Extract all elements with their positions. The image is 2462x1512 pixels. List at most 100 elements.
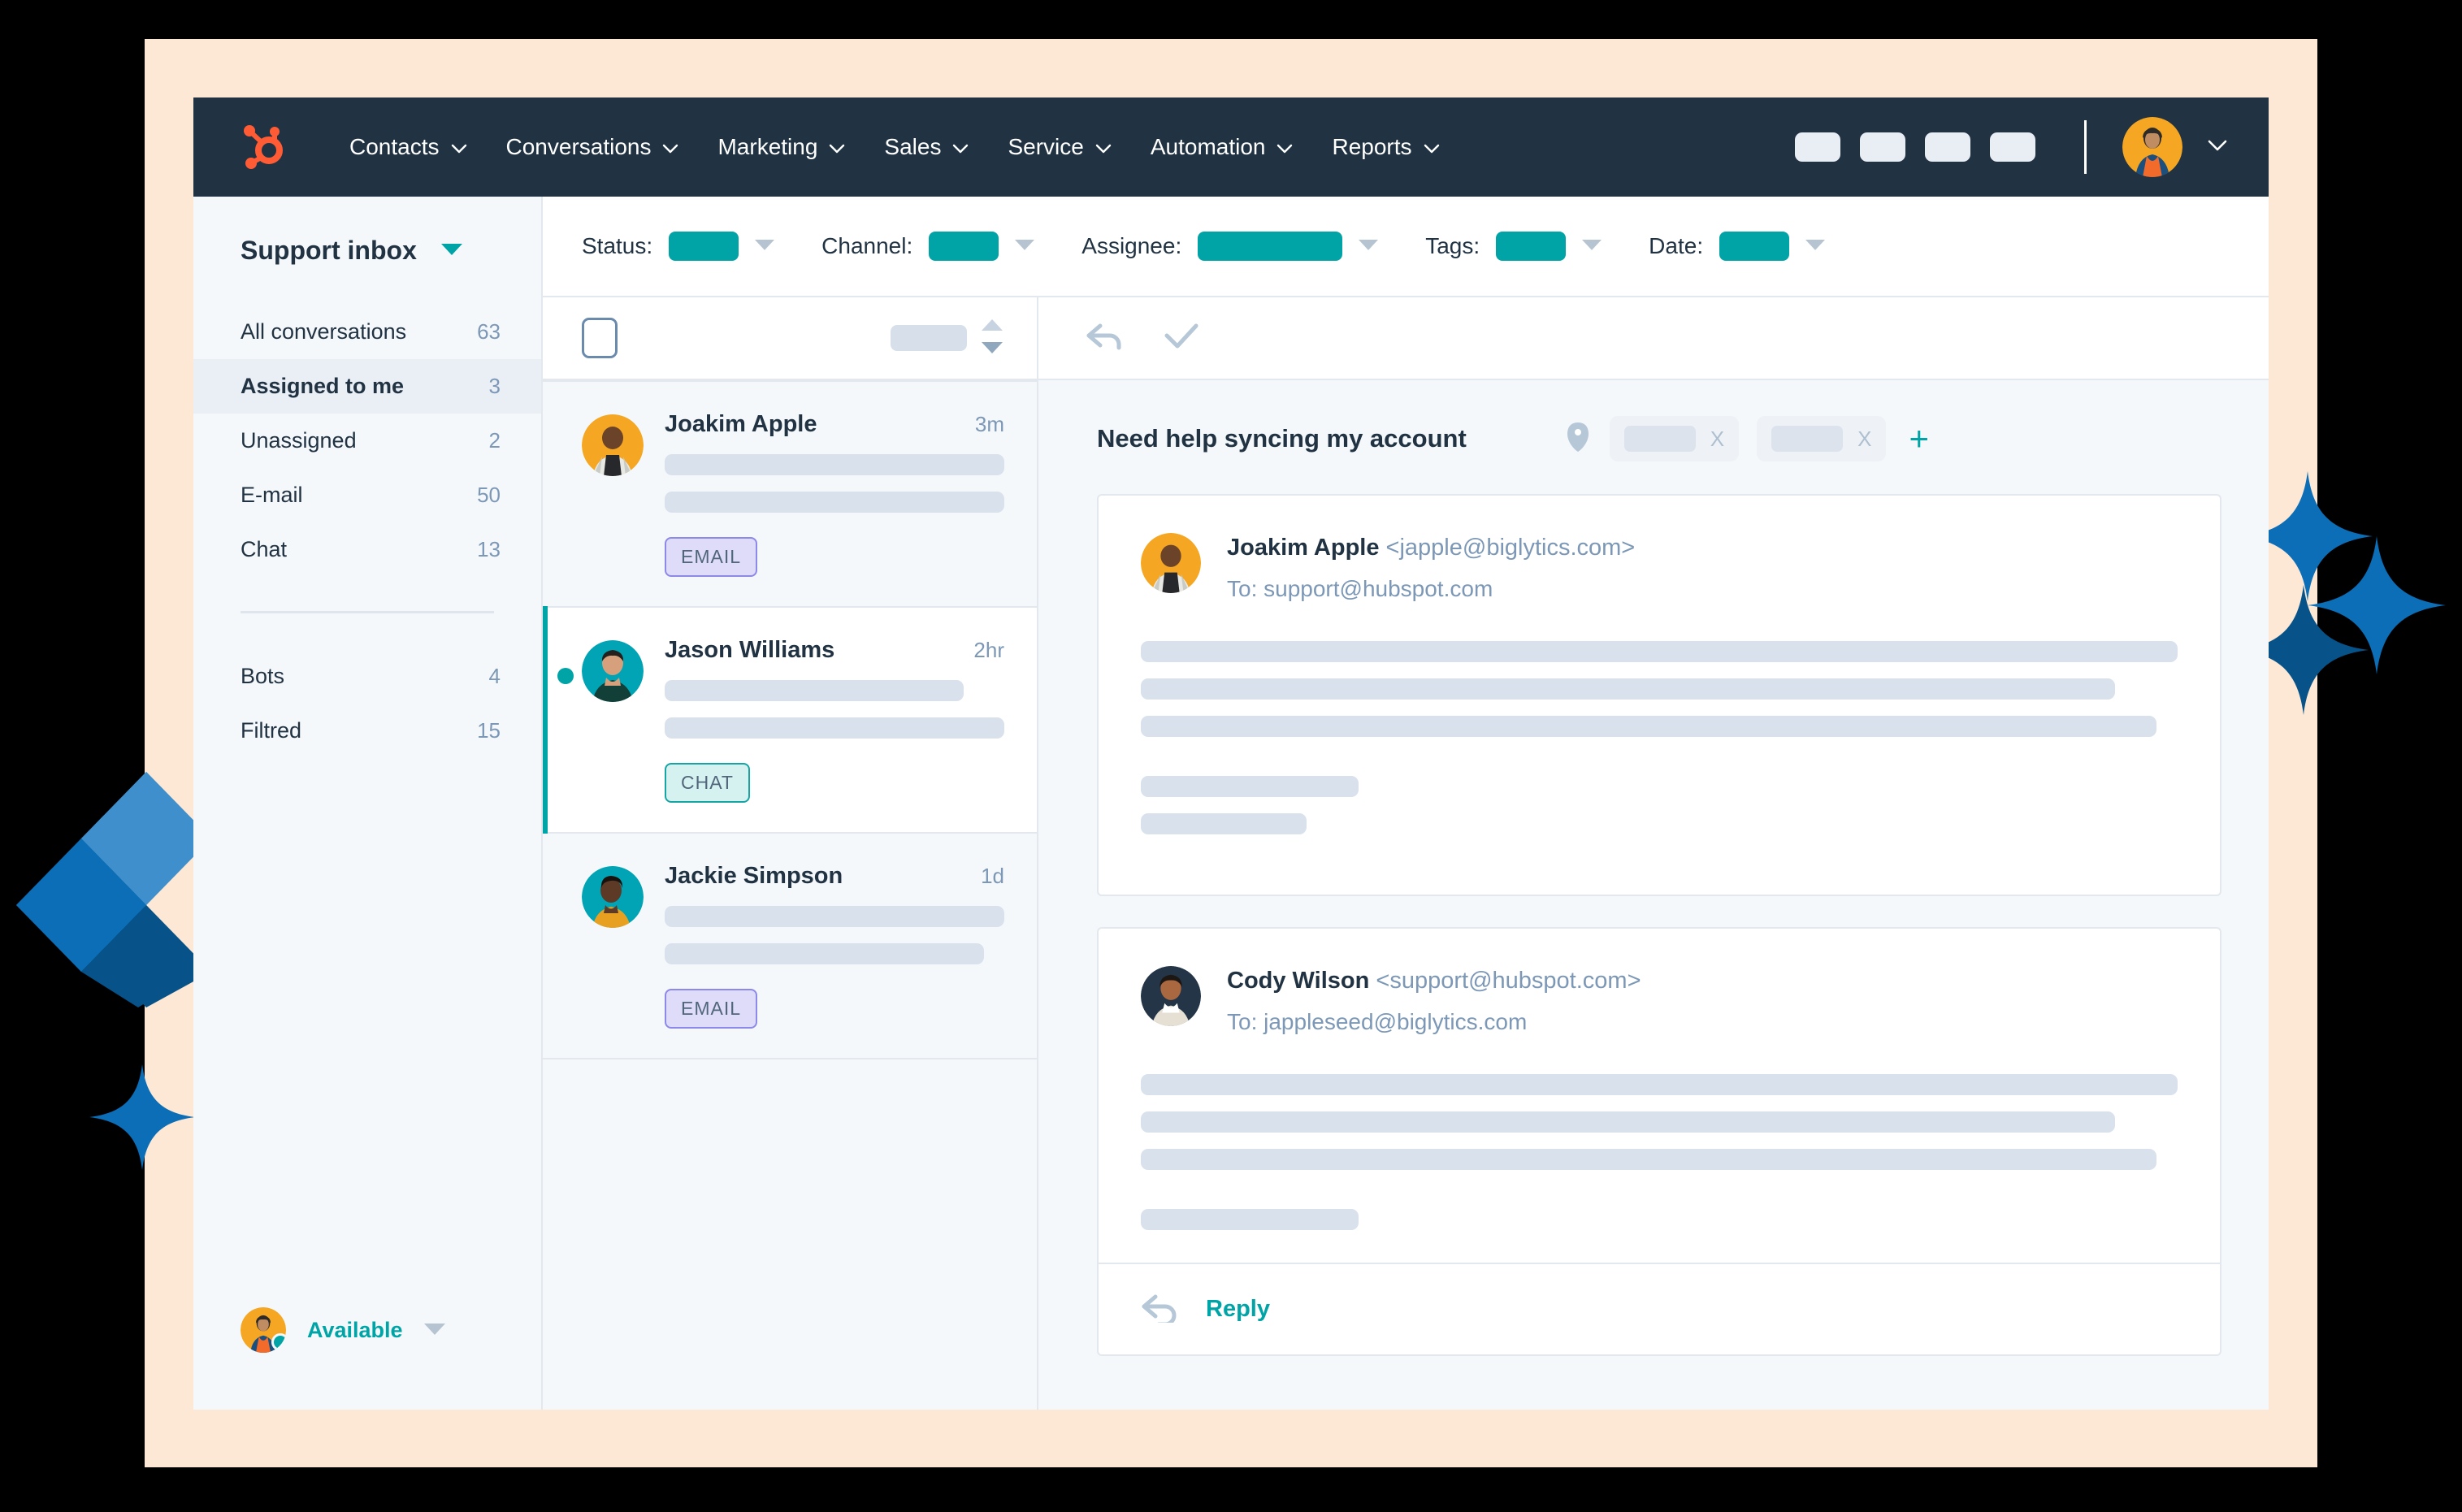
caret-down-icon	[1015, 238, 1035, 254]
body-skeleton-line	[1141, 1209, 1359, 1230]
caret-down-icon	[1582, 238, 1602, 254]
message-recipient: To: jappleseed@biglytics.com	[1227, 1009, 1528, 1034]
caret-down-icon	[1359, 238, 1379, 254]
nav-action-chip-3[interactable]	[1925, 132, 1970, 162]
nav-item-label: Contacts	[349, 134, 440, 159]
nav-action-chip-4[interactable]	[1990, 132, 2035, 162]
x-icon[interactable]: X	[1710, 427, 1724, 452]
reply-arrow-icon	[1141, 1292, 1180, 1327]
conversation-list-pane: Joakim Apple 3m EMAIL Jason Williams 2hr…	[543, 297, 1038, 1410]
chevron-down-icon[interactable]	[2207, 139, 2228, 156]
tag-chip-value	[1623, 426, 1696, 452]
message-sender: Cody Wilson <support@hubspot.com>	[1227, 968, 1641, 994]
message-recipient: To: support@hubspot.com	[1227, 576, 1493, 601]
sort-value-pill[interactable]	[891, 325, 967, 351]
nav-item-contacts[interactable]: Contacts	[330, 126, 487, 168]
message-sender-address: <japple@biglytics.com>	[1385, 535, 1636, 561]
tag-area: X X +	[1564, 416, 1929, 461]
body-skeleton-line	[1141, 1111, 2116, 1133]
tag-chip[interactable]: X	[1757, 416, 1887, 461]
list-item[interactable]: Jackie Simpson 1d EMAIL	[543, 834, 1037, 1059]
sidebar-item-all-conversations[interactable]: All conversations 63	[193, 305, 541, 359]
online-status-dot	[271, 1333, 286, 1351]
sidebar-item-count: 15	[477, 718, 501, 743]
nav-item-marketing[interactable]: Marketing	[698, 126, 865, 168]
status-badge: CHAT	[665, 763, 750, 803]
sidebar-item-count: 4	[488, 664, 501, 688]
top-navigation-bar: Contacts Conversations Marketing Sales S…	[193, 97, 2269, 197]
sort-order-stepper[interactable]	[982, 318, 1003, 357]
sidebar-item-filtred[interactable]: Filtred 15	[193, 704, 541, 758]
body-skeleton-line	[1141, 776, 1359, 797]
chevron-down-icon	[451, 134, 467, 160]
nav-action-chip-1[interactable]	[1795, 132, 1840, 162]
conversation-thread-pane: Need help syncing my account X X + Joaki…	[1038, 297, 2269, 1410]
sidebar-secondary-list: Bots 4 Filtred 15	[193, 649, 541, 758]
nav-item-service[interactable]: Service	[988, 126, 1130, 168]
filter-date[interactable]: Date:	[1649, 232, 1826, 261]
nav-action-chip-2[interactable]	[1860, 132, 1905, 162]
filter-bar: Status: Channel: Assignee: Tags: Date:	[543, 197, 2269, 297]
avatar[interactable]	[2122, 117, 2182, 177]
filter-status[interactable]: Status:	[582, 232, 775, 261]
message-sender: Joakim Apple <japple@biglytics.com>	[1227, 535, 1635, 561]
list-item[interactable]: Joakim Apple 3m EMAIL	[543, 380, 1037, 608]
sidebar-item-unassigned[interactable]: Unassigned 2	[193, 414, 541, 468]
nav-item-label: Service	[1008, 134, 1084, 159]
app-body: Support inbox All conversations 63 Assig…	[193, 197, 2269, 1410]
nav-item-automation[interactable]: Automation	[1131, 126, 1313, 168]
main-content: Status: Channel: Assignee: Tags: Date: J…	[543, 197, 2269, 1410]
message-body	[1141, 641, 2178, 834]
availability-status-control[interactable]: Available	[193, 1307, 541, 1410]
caret-down-icon	[755, 238, 775, 254]
avatar	[1141, 533, 1201, 593]
filter-label: Tags:	[1425, 233, 1480, 258]
add-tag-button[interactable]: +	[1909, 422, 1929, 456]
preview-skeleton-line	[665, 492, 1004, 513]
avatar	[582, 866, 644, 928]
list-item[interactable]: Jason Williams 2hr CHAT	[543, 606, 1037, 834]
sidebar-item-chat[interactable]: Chat 13	[193, 522, 541, 577]
nav-item-sales[interactable]: Sales	[865, 126, 988, 168]
filter-channel[interactable]: Channel:	[821, 232, 1035, 261]
inbox-selector[interactable]: Support inbox	[193, 197, 541, 298]
filter-assignee[interactable]: Assignee:	[1081, 232, 1379, 261]
decorative-diamond-left	[0, 772, 211, 1007]
x-icon[interactable]: X	[1857, 427, 1871, 452]
preview-skeleton-line	[665, 454, 1004, 475]
tag-chip[interactable]: X	[1609, 416, 1740, 461]
sidebar-item-email[interactable]: E-mail 50	[193, 468, 541, 522]
select-all-checkbox[interactable]	[582, 318, 618, 358]
sidebar-item-count: 63	[477, 319, 501, 344]
hubspot-sprocket-logo-icon[interactable]	[242, 124, 288, 170]
sidebar-item-label: Assigned to me	[241, 374, 405, 398]
body-gap	[1141, 1186, 2178, 1209]
filter-label: Status:	[582, 233, 653, 258]
panes: Joakim Apple 3m EMAIL Jason Williams 2hr…	[543, 297, 2269, 1410]
reply-button[interactable]: Reply	[1099, 1263, 2220, 1354]
filter-tags[interactable]: Tags:	[1425, 232, 1602, 261]
list-item-time: 3m	[974, 412, 1004, 436]
chevron-down-icon	[1277, 134, 1293, 160]
nav-item-conversations[interactable]: Conversations	[487, 126, 699, 168]
thread-toolbar	[1038, 297, 2269, 380]
body-skeleton-line	[1141, 641, 2178, 662]
filter-value-pill	[929, 232, 999, 261]
thread-title: Need help syncing my account	[1097, 424, 1467, 453]
caret-down-icon	[423, 1322, 445, 1339]
message-sender-name: Cody Wilson	[1227, 968, 1370, 994]
sidebar-item-count: 2	[488, 428, 501, 453]
preview-skeleton-line	[665, 680, 964, 701]
sidebar-item-assigned-to-me[interactable]: Assigned to me 3	[193, 359, 541, 414]
nav-item-reports[interactable]: Reports	[1312, 126, 1459, 168]
preview-skeleton-line	[665, 717, 1004, 739]
list-item-time: 2hr	[973, 638, 1004, 662]
thread-header: Need help syncing my account X X +	[1038, 380, 2269, 494]
sidebar-item-label: Unassigned	[241, 428, 357, 453]
checkmark-icon[interactable]	[1164, 323, 1199, 354]
status-badge: Available	[307, 1317, 403, 1342]
body-skeleton-line	[1141, 716, 2157, 737]
sidebar-item-bots[interactable]: Bots 4	[193, 649, 541, 704]
reply-arrow-icon[interactable]	[1086, 321, 1125, 356]
preview-skeleton-line	[665, 943, 984, 964]
